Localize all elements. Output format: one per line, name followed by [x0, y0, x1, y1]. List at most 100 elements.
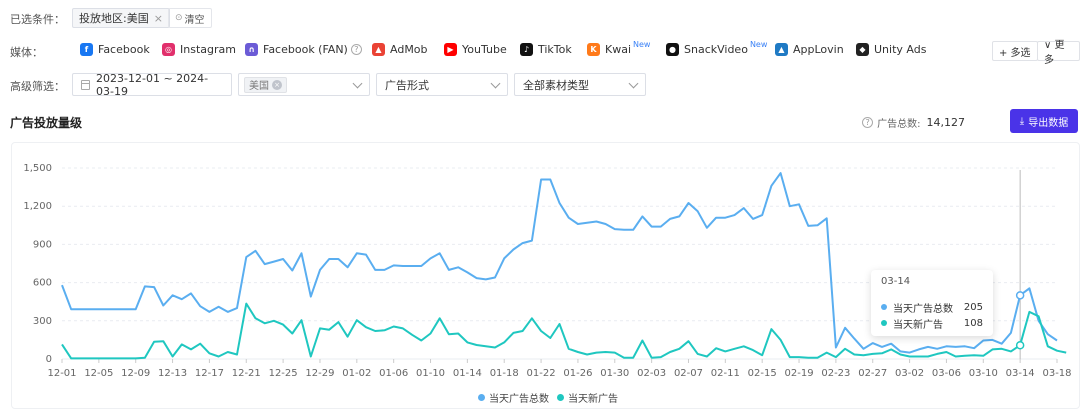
date-range-value: 2023-12-01 ~ 2024-03-19 [96, 71, 209, 98]
x-tick-label: 12-25 [269, 368, 298, 379]
chevron-down-icon [352, 78, 363, 89]
media-item-youtube[interactable]: ▶ YouTube [444, 43, 507, 56]
region-filter-chip-label: 投放地区:美国 [79, 12, 149, 25]
media-item-instagram[interactable]: ◎ Instagram [162, 43, 236, 56]
clear-button[interactable]: ⊙ 清空 [168, 8, 212, 28]
series-dot-icon [881, 320, 887, 326]
selected-conditions-label: 已选条件： [10, 13, 65, 26]
y-tick-label: 300 [33, 316, 52, 327]
new-badge: New [633, 40, 651, 49]
x-tick-label: 02-07 [674, 368, 703, 379]
advanced-filter-label: 高级筛选： [10, 80, 65, 93]
tiktok-icon: ♪ [520, 43, 533, 56]
x-tick-label: 02-11 [711, 368, 740, 379]
x-tick-label: 02-27 [858, 368, 887, 379]
x-tick-label: 01-06 [379, 368, 408, 379]
x-tick-label: 02-15 [748, 368, 777, 379]
unity-ads-icon: ◆ [856, 43, 869, 56]
date-range-picker[interactable]: 2023-12-01 ~ 2024-03-19 [72, 71, 232, 98]
media-item-facebook[interactable]: f Facebook [80, 43, 150, 56]
chart-legend: 当天广告总数 当天新广告 [478, 390, 626, 405]
facebook-fan-icon: ∩ [245, 43, 258, 56]
multi-select-button[interactable]: + 多选 [992, 41, 1038, 61]
legend-label: 当天新广告 [568, 394, 618, 405]
total-ads-label: 广告总数: [877, 119, 921, 130]
ad-format-value: 广告形式 [385, 78, 429, 92]
kwai-icon: K [587, 43, 600, 56]
legend-item-new[interactable]: 当天新广告 [557, 390, 618, 405]
total-ads-value: 14,127 [926, 116, 966, 129]
tooltip-series-value: 205 [963, 301, 983, 313]
tooltip-series-value: 108 [963, 317, 983, 329]
x-tick-label: 12-01 [47, 368, 76, 379]
y-tick-label: 600 [33, 278, 52, 289]
legend-dot-icon [478, 394, 485, 401]
media-item-unity-ads[interactable]: ◆ Unity Ads [856, 43, 926, 56]
media-item-label: SnackVideo [684, 43, 748, 56]
new-badge: New [749, 40, 768, 49]
media-item-label: YouTube [462, 43, 507, 56]
more-button[interactable]: ∨ 更多 [1037, 40, 1080, 66]
x-tick-label: 03-02 [895, 368, 924, 379]
media-item-tiktok[interactable]: ♪ TikTok [520, 43, 572, 56]
x-tick-label: 03-06 [932, 368, 961, 379]
media-item-snackvideo[interactable]: ● SnackVideo New [666, 40, 768, 56]
media-item-admob[interactable]: ▲ AdMob [372, 43, 428, 56]
clear-icon: ⊙ [175, 13, 183, 23]
tooltip-series-name: 当天广告总数 [893, 303, 953, 315]
legend-label: 当天广告总数 [489, 394, 549, 405]
media-item-label: Instagram [180, 43, 236, 56]
x-tick-label: 02-03 [637, 368, 666, 379]
x-tick-label: 12-17 [195, 368, 224, 379]
y-tick-label: 1,200 [23, 201, 52, 212]
section-title: 广告投放量级 [10, 116, 83, 130]
close-circle-icon[interactable]: × [272, 79, 282, 90]
region-select[interactable]: 美国 × [238, 73, 370, 96]
media-item-label: AdMob [390, 43, 428, 56]
x-tick-label: 03-18 [1042, 368, 1071, 379]
media-item-label: Facebook (FAN) [263, 43, 348, 56]
tooltip-series-name: 当天新广告 [893, 319, 943, 331]
media-item-label: AppLovin [793, 43, 844, 56]
x-tick-label: 01-02 [342, 368, 371, 379]
admob-icon: ▲ [372, 43, 385, 56]
help-icon[interactable]: ? [350, 44, 362, 55]
x-tick-label: 01-30 [600, 368, 629, 379]
snackvideo-icon: ● [666, 43, 679, 56]
x-tick-label: 12-29 [305, 368, 334, 379]
media-item-label: Facebook [98, 43, 150, 56]
media-item-facebook-fan[interactable]: ∩ Facebook (FAN)? [245, 43, 362, 56]
ad-format-select[interactable]: 广告形式 [376, 73, 508, 96]
tooltip-row-total: 当天广告总数 205 [881, 299, 983, 315]
clear-button-label: 清空 [184, 14, 205, 26]
chevron-down-icon [490, 78, 501, 89]
x-tick-label: 01-14 [453, 368, 482, 379]
x-tick-label: 02-23 [821, 368, 850, 379]
help-icon[interactable]: ? [862, 117, 874, 128]
media-item-label: Unity Ads [874, 43, 927, 56]
media-item-applovin[interactable]: ▲ AppLovin [775, 43, 844, 56]
tooltip-row-new: 当天新广告 108 [881, 315, 983, 331]
close-icon[interactable]: × [154, 12, 163, 25]
material-type-select[interactable]: 全部素材类型 [514, 73, 646, 96]
x-tick-label: 01-26 [563, 368, 592, 379]
x-tick-label: 12-13 [158, 368, 187, 379]
hover-point-new [1015, 340, 1025, 350]
y-tick-label: 1,500 [23, 163, 52, 174]
legend-item-total[interactable]: 当天广告总数 [478, 390, 549, 405]
material-type-value: 全部素材类型 [523, 78, 589, 92]
x-tick-label: 01-10 [416, 368, 445, 379]
media-item-label: TikTok [538, 43, 572, 56]
x-tick-label: 01-18 [490, 368, 519, 379]
applovin-icon: ▲ [775, 43, 788, 56]
x-tick-label: 12-05 [84, 368, 113, 379]
export-button[interactable]: ⤓ 导出数据 [1010, 109, 1078, 133]
x-tick-label: 01-22 [527, 368, 556, 379]
calendar-icon [81, 79, 91, 90]
tooltip-date: 03-14 [881, 276, 911, 287]
y-tick-label: 900 [33, 239, 52, 250]
media-item-kwai[interactable]: K Kwai New [587, 40, 651, 56]
region-filter-chip[interactable]: 投放地区:美国 × [72, 8, 170, 28]
total-ads-info: ? 广告总数: 14,127 [862, 115, 965, 130]
x-tick-label: 12-21 [232, 368, 261, 379]
